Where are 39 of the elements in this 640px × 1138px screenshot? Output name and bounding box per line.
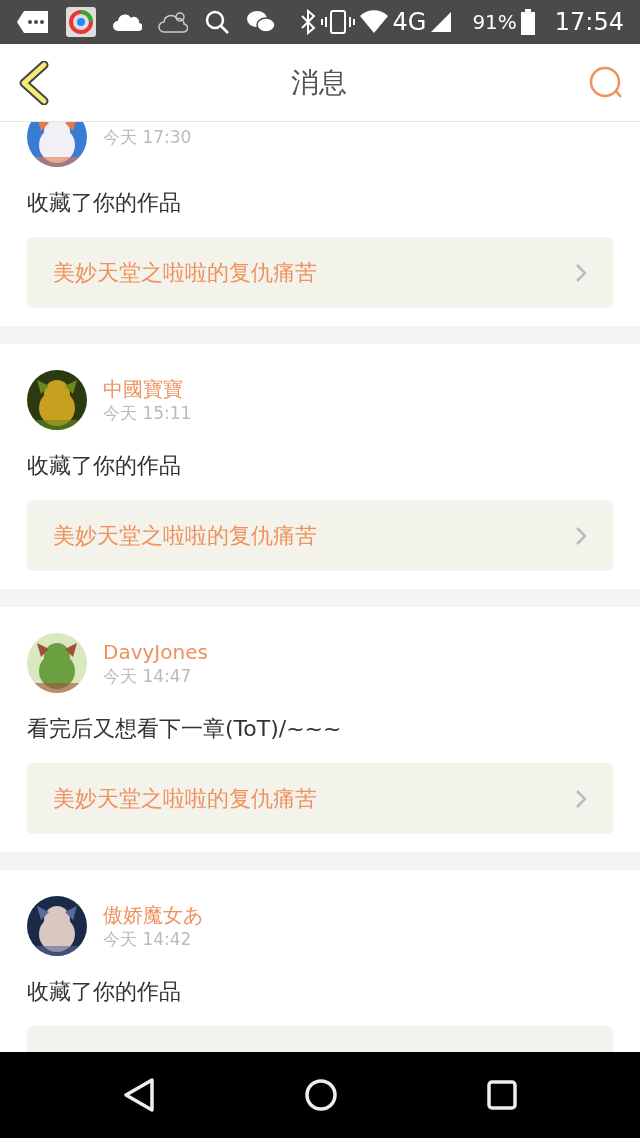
work-link[interactable]: 美妙天堂之啦啦的复仇痛苦 bbox=[27, 500, 613, 571]
more-icon bbox=[16, 10, 50, 34]
weather-icon bbox=[158, 10, 188, 34]
app-icon bbox=[66, 7, 96, 37]
back-button[interactable] bbox=[123, 1078, 155, 1112]
work-link[interactable]: 美妙天堂之啦啦的复仇痛苦 bbox=[27, 237, 613, 308]
user-name[interactable]: 中國寶寶 bbox=[103, 376, 183, 402]
chat-icon bbox=[246, 9, 276, 35]
chat-bubble-icon bbox=[588, 65, 624, 100]
user-name[interactable]: 傲娇魔女あ bbox=[103, 902, 203, 928]
triangle-back-icon bbox=[123, 1078, 155, 1112]
message-text: 收藏了你的作品 bbox=[27, 979, 181, 1004]
bluetooth-icon bbox=[298, 9, 317, 35]
chevron-right-icon[interactable] bbox=[575, 525, 587, 546]
message-text: 看完后又想看下一章(ToT)/~~~ bbox=[27, 716, 342, 741]
message-time: 今天 17:30 bbox=[103, 126, 192, 148]
user-name[interactable]: DavyJones bbox=[103, 639, 208, 665]
comment-button[interactable] bbox=[588, 65, 624, 100]
network-label: 4G bbox=[392, 7, 427, 38]
message-time: 今天 14:42 bbox=[103, 928, 192, 950]
home-button[interactable] bbox=[305, 1079, 337, 1111]
message-time: 今天 14:47 bbox=[103, 665, 192, 687]
battery-percentage: 91% bbox=[472, 9, 517, 36]
message-text: 收藏了你的作品 bbox=[27, 453, 181, 478]
search-icon bbox=[204, 9, 230, 35]
wifi-icon bbox=[358, 10, 389, 34]
message-text: 收藏了你的作品 bbox=[27, 190, 181, 215]
chevron-right-icon[interactable] bbox=[575, 262, 587, 283]
circle-home-icon bbox=[305, 1079, 337, 1111]
work-link[interactable]: 美妙天堂之啦啦的复仇痛苦 bbox=[27, 763, 613, 834]
battery-icon bbox=[520, 9, 535, 35]
page-title: 消息 bbox=[291, 64, 347, 101]
chevron-right-icon[interactable] bbox=[575, 788, 587, 809]
recents-button[interactable] bbox=[487, 1080, 517, 1110]
signal-icon bbox=[430, 11, 453, 33]
square-recents-icon bbox=[487, 1080, 517, 1110]
vibrate-icon bbox=[320, 9, 355, 35]
clock: 17:54 bbox=[554, 7, 624, 38]
message-time: 今天 15:11 bbox=[103, 402, 192, 424]
